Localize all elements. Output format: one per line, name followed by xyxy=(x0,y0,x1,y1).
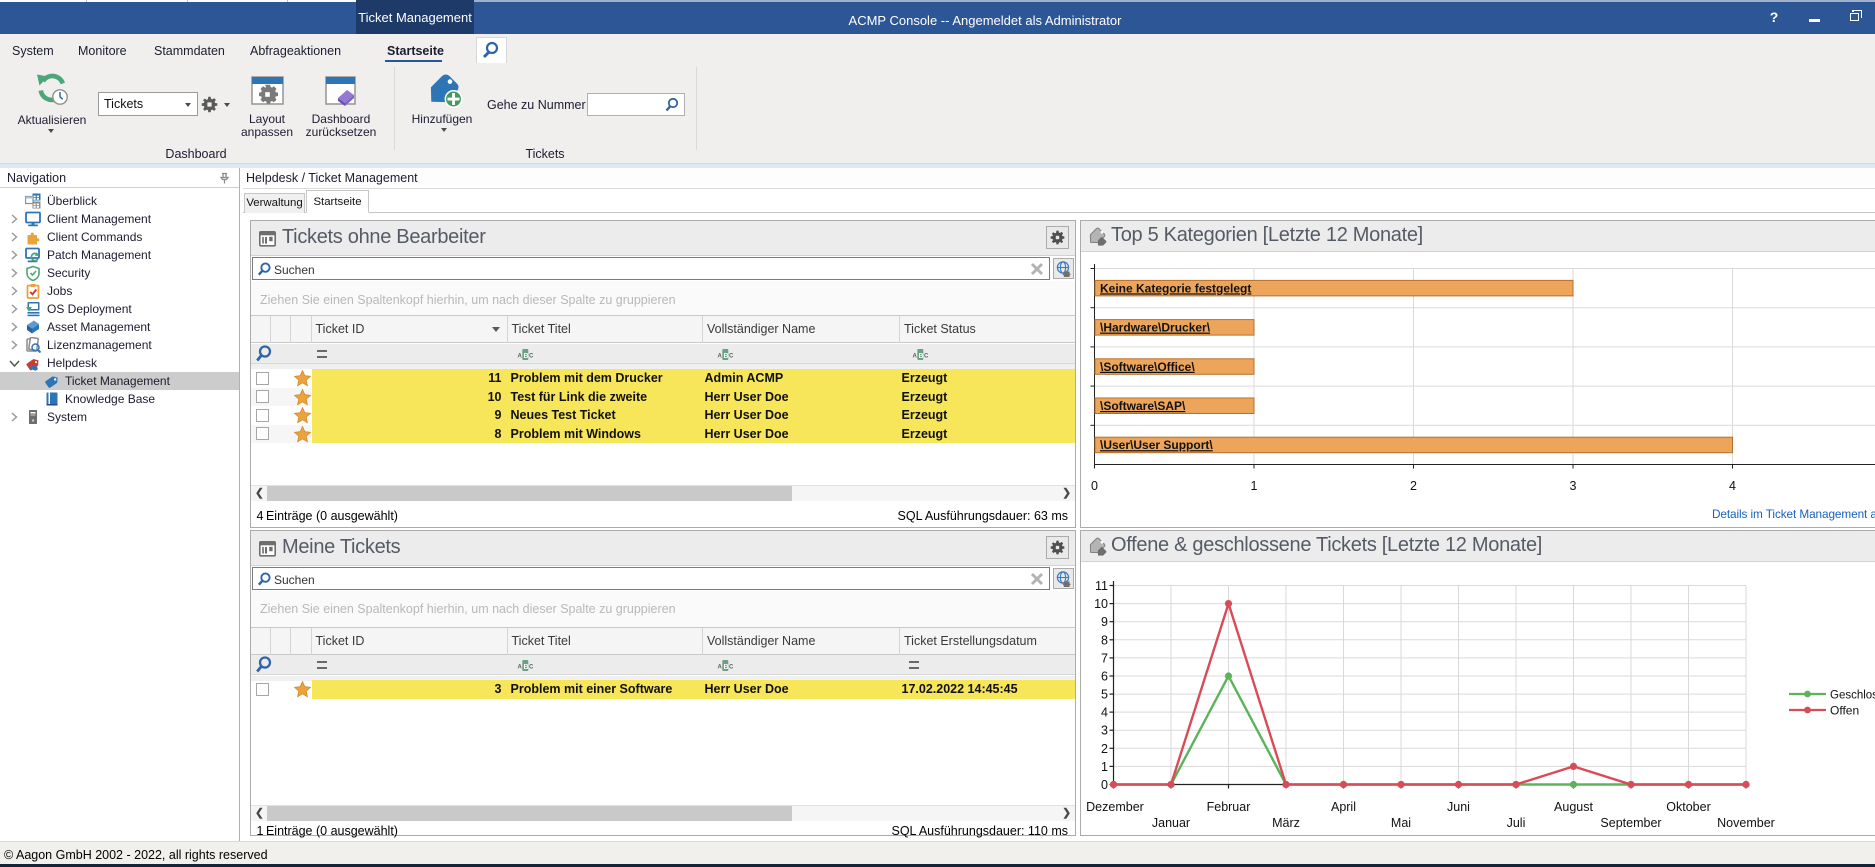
svg-text:7: 7 xyxy=(1101,651,1108,665)
svg-text:0: 0 xyxy=(1101,778,1108,792)
svg-text:B: B xyxy=(919,353,924,360)
svg-text:Keine Kategorie festgelegt: Keine Kategorie festgelegt xyxy=(1100,281,1251,295)
svg-text:9: 9 xyxy=(1101,615,1108,629)
svg-text:A: A xyxy=(718,354,723,360)
svg-text:September: September xyxy=(1600,816,1661,830)
svg-text:Offen: Offen xyxy=(1830,704,1859,718)
svg-text:8: 8 xyxy=(1101,633,1108,647)
svg-text:10: 10 xyxy=(1094,597,1108,611)
svg-text:B: B xyxy=(724,353,729,360)
svg-text:C: C xyxy=(729,354,734,360)
svg-text:Dezember: Dezember xyxy=(1086,800,1144,814)
svg-text:B: B xyxy=(724,664,729,671)
svg-text:B: B xyxy=(524,353,529,360)
svg-text:C: C xyxy=(924,354,929,360)
svg-text:4: 4 xyxy=(1729,479,1736,493)
svg-text:Januar: Januar xyxy=(1152,816,1190,830)
svg-text:\Software\SAP\: \Software\SAP\ xyxy=(1100,399,1186,413)
svg-text:Juni: Juni xyxy=(1447,800,1470,814)
svg-text:3: 3 xyxy=(1570,479,1577,493)
svg-text:Geschlossen: Geschlossen xyxy=(1830,690,1875,702)
svg-text:\Hardware\Drucker\: \Hardware\Drucker\ xyxy=(1100,321,1211,335)
svg-text:4: 4 xyxy=(1101,706,1108,720)
svg-text:0: 0 xyxy=(1091,479,1098,493)
svg-text:C: C xyxy=(729,665,734,671)
svg-text:Mai: Mai xyxy=(1391,816,1411,830)
svg-text:1: 1 xyxy=(1251,479,1258,493)
svg-text:A: A xyxy=(518,665,523,671)
svg-text:Details im Ticket Management a: Details im Ticket Management anzeigen xyxy=(1712,507,1875,521)
svg-text:\User\User Support\: \User\User Support\ xyxy=(1100,438,1213,452)
svg-text:1: 1 xyxy=(1101,760,1108,774)
svg-text:A: A xyxy=(718,665,723,671)
svg-text:11: 11 xyxy=(1095,579,1108,593)
svg-text:Oktober: Oktober xyxy=(1666,800,1710,814)
svg-text:Februar: Februar xyxy=(1207,800,1251,814)
svg-text:April: April xyxy=(1331,800,1356,814)
svg-text:A: A xyxy=(518,354,523,360)
svg-text:6: 6 xyxy=(1101,670,1108,684)
svg-text:August: August xyxy=(1554,800,1593,814)
svg-text:2: 2 xyxy=(1410,479,1417,493)
svg-text:November: November xyxy=(1717,816,1775,830)
svg-text:5: 5 xyxy=(1101,688,1108,702)
svg-text:2: 2 xyxy=(1101,742,1108,756)
svg-text:März: März xyxy=(1272,816,1300,830)
svg-text:Juli: Juli xyxy=(1507,816,1526,830)
svg-text:C: C xyxy=(529,354,534,360)
svg-text:B: B xyxy=(524,664,529,671)
svg-text:\Software\Office\: \Software\Office\ xyxy=(1100,360,1195,374)
svg-text:A: A xyxy=(913,354,918,360)
svg-text:C: C xyxy=(529,665,534,671)
svg-text:3: 3 xyxy=(1101,724,1108,738)
